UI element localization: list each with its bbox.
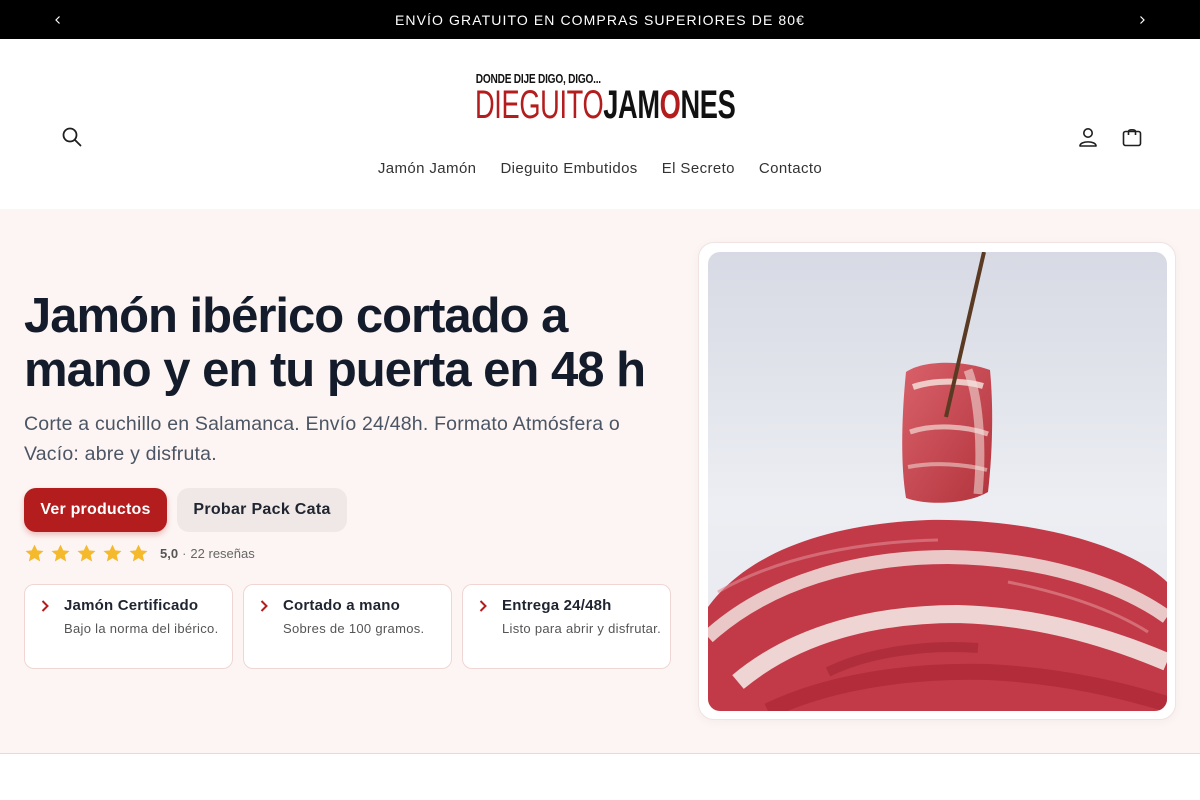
search-icon[interactable] [58,123,86,151]
hero-title: Jamón ibérico cortado a mano y en tu pue… [24,289,646,397]
star-icon [128,543,149,564]
view-products-button[interactable]: Ver productos [24,488,167,532]
main-nav: Jamón Jamón Dieguito Embutidos El Secret… [0,160,1200,177]
try-tasting-pack-button[interactable]: Probar Pack Cata [177,488,347,532]
site-logo[interactable]: DONDE DIJE DIGO, DIGO... DIEGUITOJAMONES [475,71,736,127]
feature-title: Cortado a mano [283,597,400,614]
rating-summary: 5,0 · 22 reseñas [24,543,255,564]
announcement-text: ENVÍO GRATUITO EN COMPRAS SUPERIORES DE … [394,11,806,28]
star-icon [102,543,123,564]
announcement-bar: ENVÍO GRATUITO EN COMPRAS SUPERIORES DE … [0,0,1200,39]
logo-wordmark: DIEGUITOJAMONES [475,83,736,127]
feature-title: Entrega 24/48h [502,597,612,614]
user-icon[interactable] [1074,123,1102,151]
feature-card-certified: Jamón Certificado Bajo la norma del ibér… [24,584,233,669]
chevron-right-icon [476,599,490,613]
nav-item-jamon-jamon[interactable]: Jamón Jamón [366,160,489,177]
star-icon [76,543,97,564]
feature-description: Listo para abrir y disfrutar. [502,621,661,636]
chevron-left-icon[interactable] [50,12,66,28]
nav-item-dieguito-embutidos[interactable]: Dieguito Embutidos [488,160,649,177]
chevron-right-icon [38,599,52,613]
reviews-count[interactable]: 22 reseñas [190,546,254,561]
feature-card-hand-cut: Cortado a mano Sobres de 100 gramos. [243,584,452,669]
rating-separator: · [182,546,187,561]
chevron-right-icon[interactable] [1134,12,1150,28]
hero-subtitle: Corte a cuchillo en Salamanca. Envío 24/… [24,413,620,465]
jamon-photo [708,252,1167,711]
feature-title: Jamón Certificado [64,597,199,614]
nav-item-contacto[interactable]: Contacto [747,160,834,177]
feature-card-delivery: Entrega 24/48h Listo para abrir y disfru… [462,584,671,669]
site-header: DONDE DIJE DIGO, DIGO... DIEGUITOJAMONES… [0,39,1200,209]
hero-section: Jamón ibérico cortado a mano y en tu pue… [0,209,1200,754]
hero-image-card [698,242,1176,720]
star-icon [24,543,45,564]
feature-description: Sobres de 100 gramos. [283,621,425,636]
rating-score: 5,0 [160,546,179,561]
star-icon [50,543,71,564]
feature-description: Bajo la norma del ibérico. [64,621,219,636]
bag-icon[interactable] [1118,123,1146,151]
nav-item-el-secreto[interactable]: El Secreto [650,160,747,177]
chevron-right-icon [257,599,271,613]
